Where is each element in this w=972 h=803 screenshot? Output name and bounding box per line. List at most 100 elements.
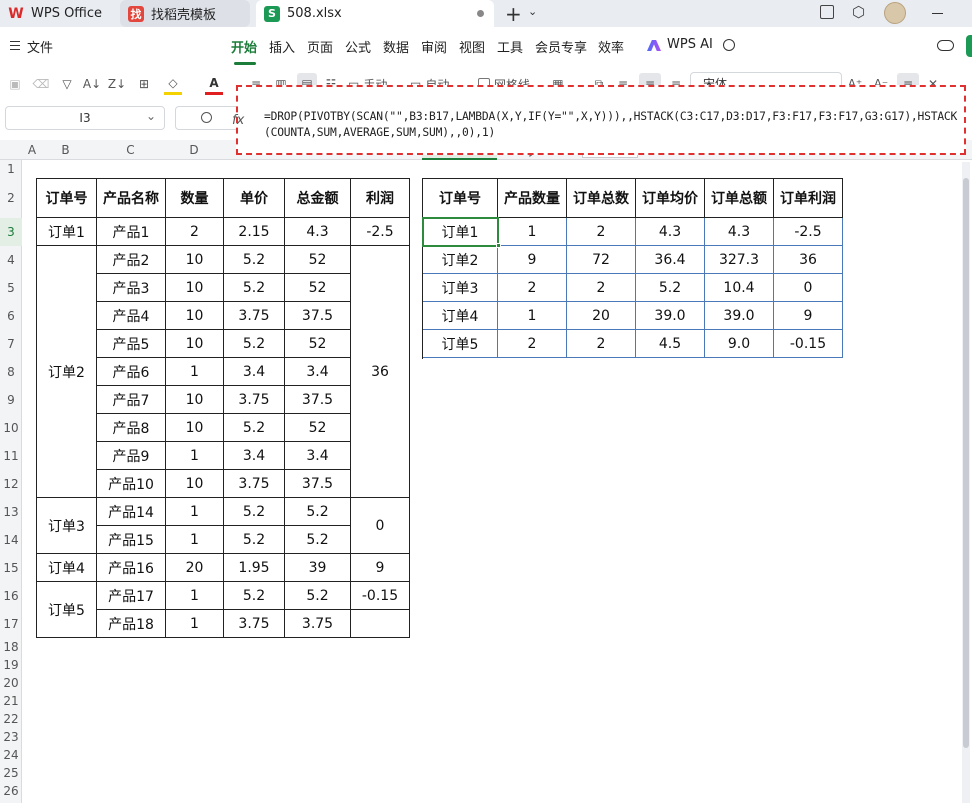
row-header[interactable]: 1: [0, 160, 22, 178]
table-cell[interactable]: 4.3: [285, 218, 351, 246]
profit-cell[interactable]: -2.5: [351, 218, 410, 246]
tab-list-chevron-icon[interactable]: ⌄: [528, 5, 537, 18]
table-cell[interactable]: 3.4: [224, 442, 285, 470]
table-cell[interactable]: 2: [166, 218, 224, 246]
header-cell[interactable]: 总金额: [285, 179, 351, 218]
sheet-grid[interactable]: 订单号 产品名称 数量 单价 总金额 利润 订单1 -2.5 产品1 2 2.15 4.3 订单2 36 产…: [22, 160, 972, 803]
table-cell[interactable]: 5.2: [224, 526, 285, 554]
table-cell[interactable]: 3.75: [285, 610, 351, 638]
pivot-cell[interactable]: 2: [567, 274, 636, 302]
pivot-cell[interactable]: -2.5: [774, 218, 843, 246]
table-cell[interactable]: 10: [166, 414, 224, 442]
pivot-cell[interactable]: 2: [567, 218, 636, 246]
clear-format-icon[interactable]: ⌫: [32, 73, 50, 95]
pivot-cell[interactable]: -0.15: [774, 330, 843, 358]
share-button[interactable]: [966, 35, 972, 57]
minimize-icon[interactable]: [932, 13, 943, 14]
table-cell[interactable]: 3.4: [285, 442, 351, 470]
table-cell[interactable]: 37.5: [285, 386, 351, 414]
table-cell[interactable]: 10: [166, 386, 224, 414]
menu-page[interactable]: 页面: [307, 37, 333, 56]
row-header[interactable]: 24: [0, 746, 22, 764]
pivot-cell[interactable]: 39.0: [705, 302, 774, 330]
table-cell[interactable]: 产品3: [97, 274, 166, 302]
pivot-cell[interactable]: 20: [567, 302, 636, 330]
menu-wps-ai[interactable]: WPS AI: [667, 37, 713, 52]
order-cell[interactable]: 订单5: [37, 582, 97, 638]
pivot-cell[interactable]: 0: [774, 274, 843, 302]
menu-home[interactable]: 开始: [231, 37, 257, 56]
pivot-cell[interactable]: 订单5: [423, 330, 498, 358]
row-header[interactable]: 23: [0, 728, 22, 746]
row-header[interactable]: 22: [0, 710, 22, 728]
pivot-cell[interactable]: 1: [498, 302, 567, 330]
menu-tools[interactable]: 工具: [497, 37, 523, 56]
pivot-cell[interactable]: 2: [567, 330, 636, 358]
tab-docer-templates[interactable]: 找 找稻壳模板: [120, 0, 250, 27]
table-cell[interactable]: 产品5: [97, 330, 166, 358]
empty-cell[interactable]: [351, 610, 410, 638]
table-cell[interactable]: 1: [166, 526, 224, 554]
pivot-cell[interactable]: 4.5: [636, 330, 705, 358]
profit-cell[interactable]: 0: [351, 498, 410, 554]
window-tiles-icon[interactable]: [820, 5, 834, 19]
header-cell[interactable]: 单价: [224, 179, 285, 218]
sort-ascending-icon[interactable]: A↓: [83, 73, 101, 95]
header-cell[interactable]: 订单号: [37, 179, 97, 218]
menu-efficiency[interactable]: 效率: [598, 37, 624, 56]
row-header[interactable]: 11: [0, 442, 22, 470]
pivot-cell[interactable]: 9: [774, 302, 843, 330]
row-header[interactable]: 8: [0, 358, 22, 386]
row-header[interactable]: 17: [0, 610, 22, 638]
fill-handle[interactable]: [496, 243, 501, 248]
pivot-cell[interactable]: 36: [774, 246, 843, 274]
pivot-header-cell[interactable]: 订单总额: [705, 179, 774, 218]
row-header[interactable]: 13: [0, 498, 22, 526]
pivot-header-cell[interactable]: 订单号: [423, 179, 498, 218]
row-header[interactable]: 21: [0, 692, 22, 710]
table-cell[interactable]: 10: [166, 302, 224, 330]
pivot-cell[interactable]: 4.3: [636, 218, 705, 246]
pivot-cell[interactable]: 订单4: [423, 302, 498, 330]
select-all-corner[interactable]: [0, 140, 22, 160]
header-cell[interactable]: 产品名称: [97, 179, 166, 218]
row-header[interactable]: 12: [0, 470, 22, 498]
pivot-header-cell[interactable]: 产品数量: [498, 179, 567, 218]
menu-insert[interactable]: 插入: [269, 37, 295, 56]
pivot-cell[interactable]: 327.3: [705, 246, 774, 274]
header-cell[interactable]: 利润: [351, 179, 410, 218]
menu-membership[interactable]: 会员专享: [535, 37, 587, 56]
font-color-icon[interactable]: A: [205, 73, 223, 95]
table-cell[interactable]: 产品8: [97, 414, 166, 442]
table-cell[interactable]: 产品2: [97, 246, 166, 274]
name-box[interactable]: I3 ⌄: [5, 106, 165, 130]
search-icon[interactable]: [723, 39, 735, 51]
formula-text[interactable]: =DROP(PIVOTBY(SCAN("",B3:B17,LAMBDA(X,Y,…: [264, 109, 964, 141]
table-cell[interactable]: 产品18: [97, 610, 166, 638]
table-cell[interactable]: 3.75: [224, 302, 285, 330]
order-cell[interactable]: 订单4: [37, 554, 97, 582]
table-cell[interactable]: 产品9: [97, 442, 166, 470]
table-cell[interactable]: 5.2: [285, 498, 351, 526]
borders-icon[interactable]: ⊞: [135, 73, 153, 95]
row-header[interactable]: 3: [0, 218, 22, 246]
row-header[interactable]: 10: [0, 414, 22, 442]
table-cell[interactable]: 1.95: [224, 554, 285, 582]
table-cell[interactable]: 5.2: [224, 330, 285, 358]
profit-cell[interactable]: 36: [351, 246, 410, 498]
row-header[interactable]: 18: [0, 638, 22, 656]
table-cell[interactable]: 10: [166, 274, 224, 302]
table-cell[interactable]: 3.75: [224, 610, 285, 638]
profit-cell[interactable]: -0.15: [351, 582, 410, 610]
pivot-cell[interactable]: 72: [567, 246, 636, 274]
table-cell[interactable]: 2.15: [224, 218, 285, 246]
row-header[interactable]: 20: [0, 674, 22, 692]
header-cell[interactable]: 数量: [166, 179, 224, 218]
table-cell[interactable]: 5.2: [224, 582, 285, 610]
pivot-cell[interactable]: 4.3: [705, 218, 774, 246]
table-cell[interactable]: 52: [285, 414, 351, 442]
table-cell[interactable]: 20: [166, 554, 224, 582]
table-cell[interactable]: 5.2: [285, 582, 351, 610]
table-cell[interactable]: 3.75: [224, 470, 285, 498]
table-cell[interactable]: 3.4: [285, 358, 351, 386]
